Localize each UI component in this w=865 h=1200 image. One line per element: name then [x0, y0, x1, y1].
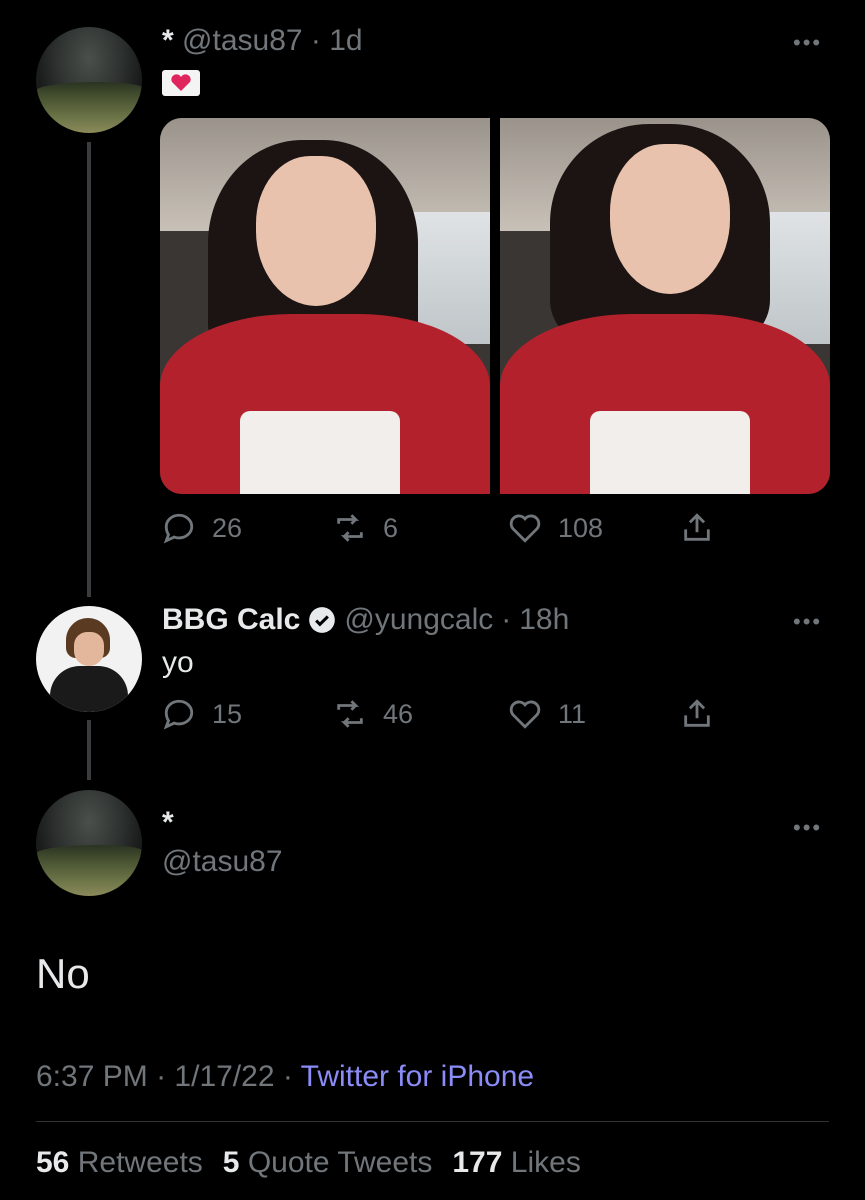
likes-stat[interactable]: 177 Likes	[452, 1146, 580, 1180]
like-icon	[509, 514, 541, 543]
avatar-tasu87[interactable]	[36, 790, 142, 896]
divider	[36, 1121, 829, 1122]
retweets-label: Retweets	[77, 1146, 203, 1179]
more-icon[interactable]: •••	[793, 815, 822, 841]
reply-count: 26	[212, 512, 243, 543]
avatar-yungcalc[interactable]	[36, 606, 142, 712]
avatar-ground	[36, 855, 142, 896]
photo-left[interactable]	[160, 118, 490, 494]
separator-dot: ·	[310, 24, 321, 57]
likes-count: 177	[452, 1146, 503, 1179]
retweet-icon	[337, 514, 363, 542]
retweet-button[interactable]: 6	[333, 511, 398, 545]
face	[256, 156, 376, 306]
tweet2-header: BBG Calc @yungcalc · 18h	[162, 603, 569, 637]
like-button[interactable]: 108	[508, 511, 603, 545]
source-link[interactable]: Twitter for iPhone	[301, 1060, 534, 1093]
quotes-count: 5	[222, 1146, 240, 1179]
tweet1-handle[interactable]: @tasu87	[182, 24, 303, 57]
verified-badge-icon	[309, 607, 336, 633]
main-date[interactable]: 1/17/22	[174, 1060, 274, 1093]
like-count: 108	[558, 512, 604, 543]
share-icon	[684, 513, 710, 541]
avatar-ground	[36, 92, 142, 133]
main-time[interactable]: 6:37 PM	[36, 1060, 148, 1093]
retweets-stat[interactable]: 56 Retweets	[36, 1146, 203, 1180]
share-icon	[684, 699, 710, 727]
tweet1-media[interactable]	[160, 118, 830, 494]
floral-top	[240, 411, 400, 494]
like-icon	[509, 700, 541, 729]
avatar-tasu87[interactable]	[36, 27, 142, 133]
share-button[interactable]	[680, 697, 714, 731]
engagement-stats: 56 Retweets 5 Quote Tweets 177 Likes	[36, 1146, 581, 1180]
main-tweet-text: No	[36, 950, 90, 997]
thread-line	[87, 720, 91, 780]
tweet1-header: * @tasu87 · 1d	[162, 24, 363, 58]
tweet1-time[interactable]: 1d	[329, 24, 362, 57]
thread-line	[87, 142, 91, 597]
avatar-body	[50, 666, 128, 712]
heart-icon	[171, 74, 191, 91]
like-count: 11	[558, 698, 587, 729]
more-icon[interactable]: •••	[793, 609, 822, 635]
like-button[interactable]: 11	[508, 697, 586, 731]
tweet2-text: yo	[162, 646, 194, 679]
main-handle[interactable]: @tasu87	[162, 845, 283, 879]
likes-label: Likes	[510, 1146, 581, 1179]
retweet-count: 6	[383, 512, 399, 543]
quotes-label: Quote Tweets	[247, 1146, 433, 1179]
photo-right[interactable]	[500, 118, 830, 494]
face	[610, 144, 730, 294]
retweet-icon	[337, 700, 363, 728]
main-tweet-meta: 6:37 PM · 1/17/22 · Twitter for iPhone	[36, 1060, 534, 1094]
quote-tweets-stat[interactable]: 5 Quote Tweets	[223, 1146, 433, 1180]
reply-icon	[163, 513, 194, 544]
separator-dot: ·	[501, 603, 512, 636]
tweet2-display-name[interactable]: BBG Calc	[162, 603, 300, 637]
reply-button[interactable]: 15	[162, 697, 242, 731]
retweet-button[interactable]: 46	[333, 697, 413, 731]
share-button[interactable]	[680, 511, 714, 545]
tweet2-handle[interactable]: @yungcalc	[344, 603, 493, 637]
floral-top	[590, 411, 750, 494]
more-icon[interactable]: •••	[793, 30, 822, 56]
reply-count: 15	[212, 698, 243, 729]
retweet-count: 46	[383, 698, 414, 729]
avatar-face	[74, 632, 104, 666]
tweet1-display-name[interactable]: *	[162, 24, 174, 57]
separator-dot: ·	[156, 1060, 167, 1093]
envelope-heart-icon	[162, 70, 200, 96]
separator-dot: ·	[282, 1060, 293, 1093]
main-display-name[interactable]: *	[162, 806, 174, 840]
reply-button[interactable]: 26	[162, 511, 242, 545]
tweet2-time[interactable]: 18h	[519, 603, 569, 637]
reply-icon	[163, 699, 194, 730]
retweets-count: 56	[36, 1146, 70, 1179]
